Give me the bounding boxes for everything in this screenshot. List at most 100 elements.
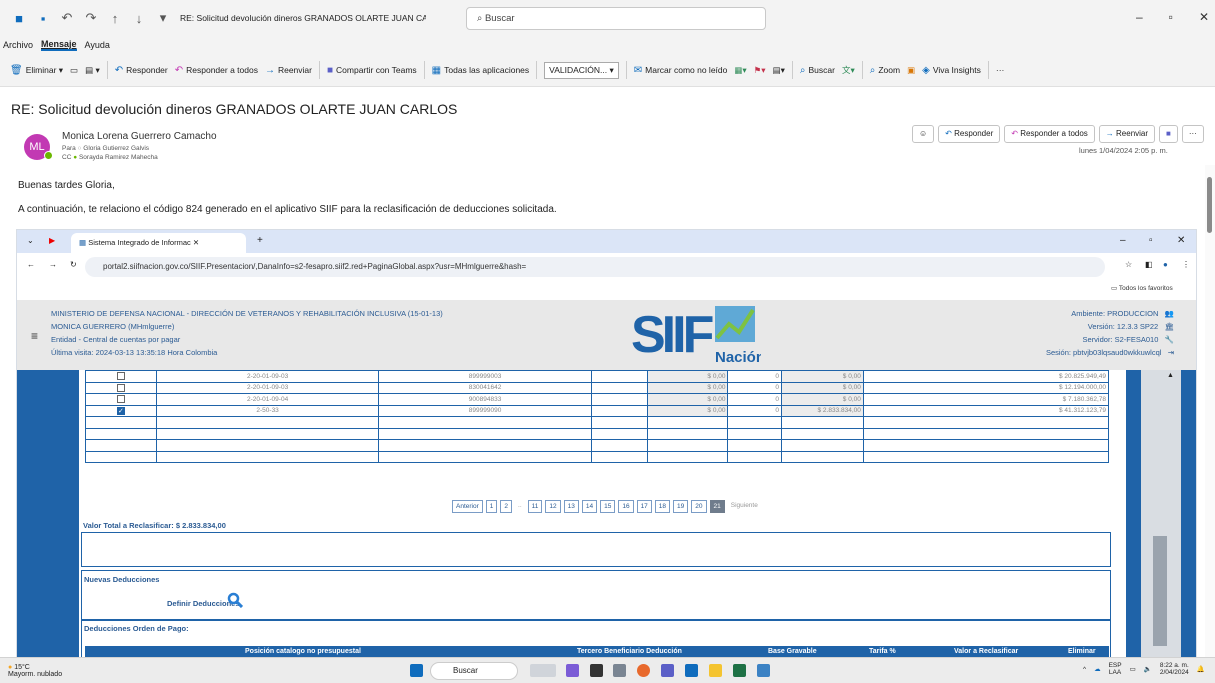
- flag-icon[interactable]: ⚑▾: [754, 65, 766, 76]
- pager-page[interactable]: 13: [563, 500, 579, 513]
- menu-ayuda[interactable]: Ayuda: [85, 40, 110, 50]
- categorize-icon[interactable]: ▦▾: [734, 65, 746, 76]
- msg-reply-button[interactable]: ↶ Responder: [938, 125, 1001, 143]
- reply-button[interactable]: ↶ Responder: [115, 65, 168, 76]
- copilot-icon[interactable]: [566, 664, 579, 677]
- pager-next[interactable]: Siguiente: [727, 500, 761, 513]
- save-icon[interactable]: ▪: [36, 11, 50, 26]
- rules-icon[interactable]: ▤▾: [773, 65, 785, 76]
- row-checkbox[interactable]: ✓: [116, 406, 125, 415]
- pager-page[interactable]: 16: [618, 500, 634, 513]
- row-checkbox[interactable]: [116, 395, 125, 404]
- pager-page[interactable]: 20: [691, 500, 707, 513]
- redo-icon[interactable]: ↷: [84, 10, 98, 26]
- pager-page[interactable]: 21: [709, 500, 725, 513]
- scroll-thumb[interactable]: [1207, 177, 1212, 233]
- clock[interactable]: 8:22 a. m. 2/04/2024: [1160, 662, 1189, 676]
- all-apps-button[interactable]: ▦ Todas las aplicaciones: [432, 65, 530, 76]
- windows-start-icon[interactable]: [410, 664, 423, 677]
- inner-scroll-thumb[interactable]: [1153, 536, 1167, 646]
- browser-tab[interactable]: ▦ Sistema Integrado de Informac ✕: [71, 233, 246, 253]
- tab-close-icon[interactable]: ✕: [193, 238, 199, 247]
- excel-icon[interactable]: [733, 664, 746, 677]
- table-row[interactable]: 2-20-01-09-04 900894833 $ 0,00 0 $ 0,00 $ 7.1…: [85, 393, 1110, 406]
- taskbar-search[interactable]: Buscar: [430, 662, 518, 680]
- browser-restore-icon[interactable]: ▫: [1149, 235, 1153, 246]
- pager-page[interactable]: 15: [600, 500, 616, 513]
- address-bar[interactable]: portal2.siifnacion.gov.co/SIIF.Presentac…: [85, 257, 1105, 277]
- ribbon-more-button[interactable]: ···: [996, 65, 1005, 75]
- chevron-up-icon[interactable]: ^: [1083, 666, 1086, 673]
- table-row[interactable]: [85, 427, 1110, 440]
- hamburger-icon[interactable]: ≡: [31, 329, 38, 343]
- zoom-button[interactable]: ⌕ Zoom: [870, 65, 900, 76]
- menu-mensaje[interactable]: Mensaje: [41, 39, 77, 51]
- table-row[interactable]: [85, 416, 1110, 429]
- language-indicator[interactable]: ESP LAA: [1109, 662, 1122, 676]
- move-icon[interactable]: ▤ ▾: [85, 65, 100, 76]
- to-recipient[interactable]: Gloria Gutierrez Galvis: [83, 145, 149, 152]
- pager-page[interactable]: 17: [636, 500, 652, 513]
- tab-menu-icon[interactable]: ⌄: [27, 236, 34, 245]
- row-checkbox[interactable]: [116, 383, 125, 392]
- archive-icon[interactable]: ▭: [70, 65, 78, 76]
- pager-page[interactable]: 11: [527, 500, 543, 513]
- users-icon[interactable]: 👥: [1165, 309, 1174, 318]
- pager-page[interactable]: 19: [673, 500, 689, 513]
- table-row[interactable]: [85, 450, 1110, 463]
- down-arrow-icon[interactable]: ↓: [132, 11, 146, 26]
- pager-page[interactable]: 18: [654, 500, 671, 513]
- back-icon[interactable]: ←: [27, 260, 35, 269]
- note-icon[interactable]: ▣: [907, 65, 915, 76]
- table-row[interactable]: 2-20-01-09-03 830041642 $ 0,00 0 $ 0,00 $ 12.…: [85, 381, 1110, 394]
- browser-minimize-icon[interactable]: –: [1120, 235, 1126, 246]
- pager-page[interactable]: ..: [515, 500, 525, 513]
- mark-unread-button[interactable]: ✉ Marcar como no leído: [634, 65, 728, 76]
- pager-page[interactable]: 1: [485, 500, 498, 513]
- sidebar-icon[interactable]: ◧: [1145, 260, 1153, 269]
- task-view-icon[interactable]: [590, 664, 603, 677]
- restore-button[interactable]: ▫: [1169, 10, 1173, 24]
- minimize-button[interactable]: –: [1136, 10, 1143, 24]
- search-input[interactable]: ⌕ Buscar: [466, 7, 766, 30]
- forward-nav-icon[interactable]: →: [49, 260, 57, 269]
- reply-all-button[interactable]: ↶ Responder a todos: [175, 65, 258, 76]
- youtube-icon[interactable]: ▶: [49, 236, 55, 245]
- chrome-icon[interactable]: [637, 664, 650, 677]
- search-magnifier-icon[interactable]: [227, 592, 243, 608]
- bank-icon[interactable]: 🏛: [1164, 322, 1174, 331]
- new-tab-icon[interactable]: +: [257, 235, 263, 246]
- cc-recipient[interactable]: Sorayda Ramirez Mahecha: [79, 154, 158, 161]
- table-row[interactable]: 2-20-01-09-03 899999003 $ 0,00 0 $ 0,00 $ 20.…: [85, 370, 1110, 383]
- customize-qat-icon[interactable]: ▾: [156, 10, 170, 26]
- volume-icon[interactable]: 🔈: [1144, 665, 1152, 673]
- row-checkbox[interactable]: [116, 372, 125, 381]
- browser-menu-icon[interactable]: ⋮: [1182, 260, 1190, 269]
- settings-icon[interactable]: [613, 664, 626, 677]
- reload-icon[interactable]: ↻: [70, 260, 77, 269]
- browser-close-icon[interactable]: ✕: [1177, 235, 1185, 246]
- onedrive-icon[interactable]: ☁: [1094, 665, 1101, 673]
- sender-name[interactable]: Monica Lorena Guerrero Camacho: [62, 131, 217, 142]
- pager-page[interactable]: 14: [581, 500, 598, 513]
- forward-button[interactable]: → Reenviar: [265, 65, 312, 76]
- up-arrow-icon[interactable]: ↑: [108, 11, 122, 26]
- msg-more-button[interactable]: ···: [1181, 125, 1204, 143]
- outlook-taskbar-icon[interactable]: [685, 664, 698, 677]
- network-icon[interactable]: ▭: [1130, 665, 1136, 673]
- pager-prev[interactable]: Anterior: [452, 500, 483, 513]
- msg-forward-button[interactable]: → Reenviar: [1098, 125, 1156, 143]
- notification-bell-icon[interactable]: 🔔: [1197, 665, 1205, 673]
- logout-icon[interactable]: ⇥: [1168, 348, 1174, 357]
- msg-teams-button[interactable]: ■: [1159, 125, 1178, 143]
- file-explorer-icon[interactable]: [709, 664, 722, 677]
- translate-icon[interactable]: 文▾: [842, 64, 855, 76]
- table-row[interactable]: [85, 439, 1110, 452]
- edit-icon[interactable]: [757, 664, 770, 677]
- scroll-up-icon[interactable]: ▲: [1167, 372, 1174, 379]
- bookmarks-bar[interactable]: ▭ Todos los favoritos: [1111, 284, 1173, 292]
- close-button[interactable]: ✕: [1199, 10, 1209, 24]
- teams-taskbar-icon[interactable]: [661, 664, 674, 677]
- wrench-icon[interactable]: 🔧: [1165, 335, 1174, 344]
- msg-reply-all-button[interactable]: ↶ Responder a todos: [1004, 125, 1095, 143]
